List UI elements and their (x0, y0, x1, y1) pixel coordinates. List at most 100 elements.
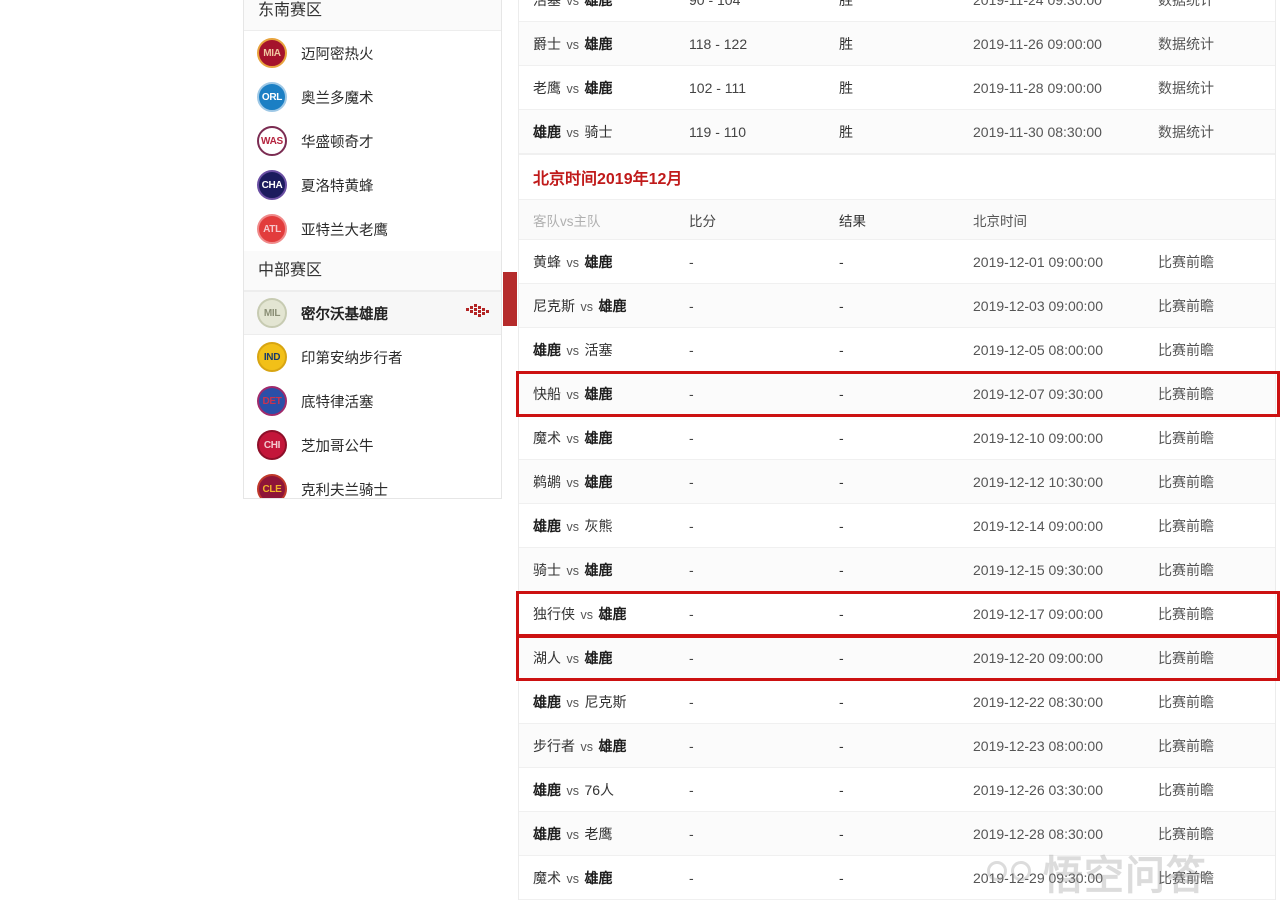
away-team-label: 雄鹿 (533, 123, 561, 140)
result-cell: - (839, 517, 844, 534)
table-row[interactable]: 雄鹿 vs 骑士 119 - 110 胜 2019-11-30 08:30:00 数据统… (519, 110, 1275, 154)
vs-label: vs (563, 343, 583, 358)
away-team-label: 爵士 (533, 35, 561, 52)
team-logo-icon: CHA (257, 170, 287, 200)
stats-link[interactable]: 数据统计 (1158, 34, 1275, 54)
preview-link[interactable]: 比赛前瞻 (1158, 516, 1275, 536)
sidebar-item-team-was[interactable]: WAS 华盛顿奇才 (244, 119, 501, 163)
table-row[interactable]: 独行侠 vs 雄鹿 - -2019-12-17 09:00:00 比赛前瞻 (519, 592, 1275, 636)
home-team-label: 尼克斯 (584, 693, 627, 710)
table-row[interactable]: 快船 vs 雄鹿 - -2019-12-07 09:30:00 比赛前瞻 (519, 372, 1275, 416)
team-logo-icon: WAS (257, 126, 287, 156)
table-row[interactable]: 尼克斯 vs 雄鹿 - -2019-12-03 09:00:00 比赛前瞻 (519, 284, 1275, 328)
time-cell: 2019-12-15 09:30:00 (973, 561, 1103, 578)
vs-label: vs (563, 519, 583, 534)
preview-link[interactable]: 比赛前瞻 (1158, 428, 1275, 448)
sidebar-item-team-orl[interactable]: ORL 奥兰多魔术 (244, 75, 501, 119)
sidebar-item-team-mil[interactable]: MIL 密尔沃基雄鹿 (244, 291, 501, 335)
preview-link[interactable]: 比赛前瞻 (1158, 604, 1275, 624)
matchup-cell: 鹈鹕 vs 雄鹿 (519, 472, 689, 492)
table-row[interactable]: 湖人 vs 雄鹿 - -2019-12-20 09:00:00 比赛前瞻 (519, 636, 1275, 680)
stats-link[interactable]: 数据统计 (1158, 122, 1275, 142)
division-header: 中部赛区 (244, 251, 501, 291)
team-logo-icon: MIL (257, 298, 287, 328)
preview-link[interactable]: 比赛前瞻 (1158, 648, 1275, 668)
sidebar-item-team-ind[interactable]: IND 印第安纳步行者 (244, 335, 501, 379)
table-row[interactable]: 雄鹿 vs 76人 - -2019-12-26 03:30:00 比赛前瞻 (519, 768, 1275, 812)
away-team-label: 雄鹿 (533, 693, 561, 710)
header-matchup: 客队vs主队 (533, 213, 601, 229)
team-name-label: 夏洛特黄蜂 (301, 178, 374, 195)
table-row[interactable]: 老鹰 vs 雄鹿 102 - 111 胜 2019-11-28 09:00:00 数据统… (519, 66, 1275, 110)
vs-label: vs (563, 783, 583, 798)
table-row[interactable]: 黄蜂 vs 雄鹿 - -2019-12-01 09:00:00 比赛前瞻 (519, 240, 1275, 284)
table-row[interactable]: 骑士 vs 雄鹿 - -2019-12-15 09:30:00 比赛前瞻 (519, 548, 1275, 592)
preview-link[interactable]: 比赛前瞻 (1158, 340, 1275, 360)
sidebar-item-team-cha[interactable]: CHA 夏洛特黄蜂 (244, 163, 501, 207)
score-cell: - (689, 253, 694, 270)
preview-link[interactable]: 比赛前瞻 (1158, 736, 1275, 756)
table-row[interactable]: 雄鹿 vs 活塞 - -2019-12-05 08:00:00 比赛前瞻 (519, 328, 1275, 372)
matchup-cell: 湖人 vs 雄鹿 (519, 648, 689, 668)
team-logo-icon: ORL (257, 82, 287, 112)
header-result: 结果 (839, 213, 866, 229)
vs-label: vs (563, 695, 583, 710)
sidebar-item-team-det[interactable]: DET 底特律活塞 (244, 379, 501, 423)
vs-label: vs (577, 299, 597, 314)
team-name-label: 亚特兰大老鹰 (301, 222, 388, 239)
result-cell: - (839, 473, 844, 490)
matchup-cell: 爵士 vs 雄鹿 (519, 34, 689, 54)
result-cell: - (839, 429, 844, 446)
home-team-label: 雄鹿 (598, 605, 627, 622)
preview-link[interactable]: 比赛前瞻 (1158, 868, 1275, 888)
preview-link[interactable]: 比赛前瞻 (1158, 780, 1275, 800)
table-row[interactable]: 雄鹿 vs 老鹰 - -2019-12-28 08:30:00 比赛前瞻 (519, 812, 1275, 856)
away-team-label: 雄鹿 (533, 341, 561, 358)
table-row[interactable]: 雄鹿 vs 灰熊 - -2019-12-14 09:00:00 比赛前瞻 (519, 504, 1275, 548)
vs-label: vs (563, 871, 583, 886)
table-row[interactable]: 鹈鹕 vs 雄鹿 - -2019-12-12 10:30:00 比赛前瞻 (519, 460, 1275, 504)
table-row[interactable]: 步行者 vs 雄鹿 - -2019-12-23 08:00:00 比赛前瞻 (519, 724, 1275, 768)
result-cell: - (839, 825, 844, 842)
sidebar-item-team-mia[interactable]: MIA 迈阿密热火 (244, 31, 501, 75)
home-team-label: 雄鹿 (584, 79, 613, 96)
table-row[interactable]: 爵士 vs 雄鹿 118 - 122 胜 2019-11-26 09:00:00 数据统… (519, 22, 1275, 66)
vs-label: vs (577, 739, 597, 754)
matchup-cell: 魔术 vs 雄鹿 (519, 868, 689, 888)
table-row[interactable]: 魔术 vs 雄鹿 - -2019-12-29 09:30:00 比赛前瞻 (519, 856, 1275, 900)
away-team-label: 骑士 (533, 561, 561, 578)
score-cell: - (689, 781, 694, 798)
team-name-label: 芝加哥公牛 (301, 438, 374, 455)
preview-link[interactable]: 比赛前瞻 (1158, 296, 1275, 316)
result-cell: 胜 (839, 35, 853, 52)
sidebar-item-team-cle[interactable]: CLE 克利夫兰骑士 (244, 467, 501, 498)
score-cell: 119 - 110 (689, 123, 747, 140)
preview-link[interactable]: 比赛前瞻 (1158, 692, 1275, 712)
away-team-label: 独行侠 (533, 605, 575, 622)
table-row[interactable]: 活塞 vs 雄鹿90 - 104胜2019-11-24 09:30:00数据统计 (519, 0, 1275, 22)
preview-link[interactable]: 比赛前瞻 (1158, 824, 1275, 844)
preview-link[interactable]: 比赛前瞻 (1158, 560, 1275, 580)
score-cell: 102 - 111 (689, 79, 747, 96)
score-cell: - (689, 869, 694, 886)
stats-link[interactable]: 数据统计 (1158, 78, 1275, 98)
home-team-label: 雄鹿 (584, 473, 613, 490)
preview-link[interactable]: 比赛前瞻 (1158, 384, 1275, 404)
result-cell: - (839, 385, 844, 402)
score-cell: - (689, 693, 694, 710)
team-logo-icon: CLE (257, 474, 287, 498)
result-cell: - (839, 649, 844, 666)
sidebar-item-team-chi[interactable]: CHI 芝加哥公牛 (244, 423, 501, 467)
score-cell: - (689, 429, 694, 446)
table-row[interactable]: 雄鹿 vs 尼克斯 - -2019-12-22 08:30:00 比赛前瞻 (519, 680, 1275, 724)
table-row[interactable]: 魔术 vs 雄鹿 - -2019-12-10 09:00:00 比赛前瞻 (519, 416, 1275, 460)
team-name-label: 密尔沃基雄鹿 (301, 306, 388, 323)
team-logo-icon: IND (257, 342, 287, 372)
sidebar-item-team-atl[interactable]: ATL 亚特兰大老鹰 (244, 207, 501, 251)
team-name-label: 华盛顿奇才 (301, 134, 374, 151)
preview-link[interactable]: 比赛前瞻 (1158, 252, 1275, 272)
vertical-scrollbar-thumb[interactable] (503, 272, 517, 326)
matchup-cell: 老鹰 vs 雄鹿 (519, 78, 689, 98)
stats-link[interactable]: 数据统计 (1158, 0, 1275, 10)
preview-link[interactable]: 比赛前瞻 (1158, 472, 1275, 492)
